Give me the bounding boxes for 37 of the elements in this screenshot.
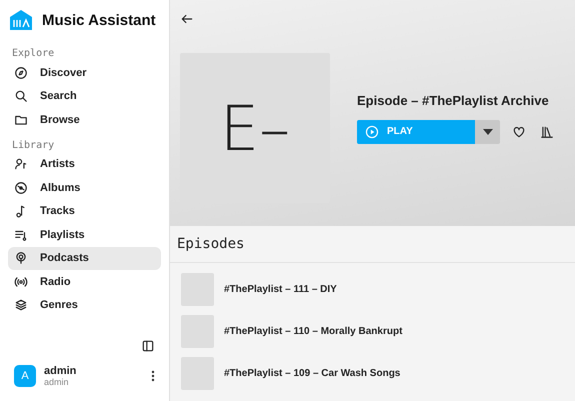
- nav-item[interactable]: Artists: [8, 152, 161, 176]
- section-heading: Episodes: [170, 226, 575, 263]
- avatar: A: [14, 365, 36, 387]
- nav-item[interactable]: Search: [8, 84, 161, 108]
- nav-item[interactable]: Playlists: [8, 223, 161, 246]
- nav-item[interactable]: Genres: [8, 294, 161, 317]
- section-heading: Library: [12, 140, 56, 150]
- search-icon: [14, 89, 28, 104]
- app-title: Music Assistant: [42, 12, 156, 28]
- heart-icon[interactable]: [512, 124, 526, 138]
- section-heading: Explore: [12, 48, 56, 59]
- layers-icon: [14, 298, 28, 312]
- more-icon[interactable]: [151, 370, 155, 382]
- person-icon: [14, 157, 28, 172]
- user-name: admin: [44, 365, 76, 377]
- nav-item[interactable]: Albums: [8, 176, 161, 200]
- caret-icon: [482, 128, 492, 134]
- library-icon[interactable]: [540, 124, 554, 138]
- compass-icon: [14, 66, 28, 80]
- logo-icon: [10, 10, 32, 30]
- episode-title[interactable]: #ThePlaylist – 109 – Car Wash Songs: [224, 368, 400, 378]
- nav-item[interactable]: Radio: [8, 270, 161, 294]
- nav-item[interactable]: Browse: [8, 108, 161, 132]
- radio-icon: [14, 274, 28, 289]
- artwork-letters: E–: [220, 92, 290, 164]
- sidebar-toggle-icon[interactable]: [141, 339, 155, 353]
- disc-icon: [14, 180, 28, 195]
- episode-title: Episode – #ThePlaylist Archive: [357, 92, 550, 108]
- podcast-icon: [14, 251, 28, 266]
- nav-item[interactable]: Podcasts: [8, 246, 161, 270]
- play-circle-icon: [365, 124, 379, 138]
- episode-title[interactable]: #ThePlaylist – 111 – DIY: [224, 284, 337, 294]
- nav-item[interactable]: Discover: [8, 61, 161, 84]
- dropdown-button[interactable]: [475, 120, 500, 144]
- user-role: admin: [44, 377, 70, 387]
- episode-title[interactable]: #ThePlaylist – 110 – Morally Bankrupt: [224, 326, 402, 336]
- nav-item[interactable]: Tracks: [8, 200, 161, 223]
